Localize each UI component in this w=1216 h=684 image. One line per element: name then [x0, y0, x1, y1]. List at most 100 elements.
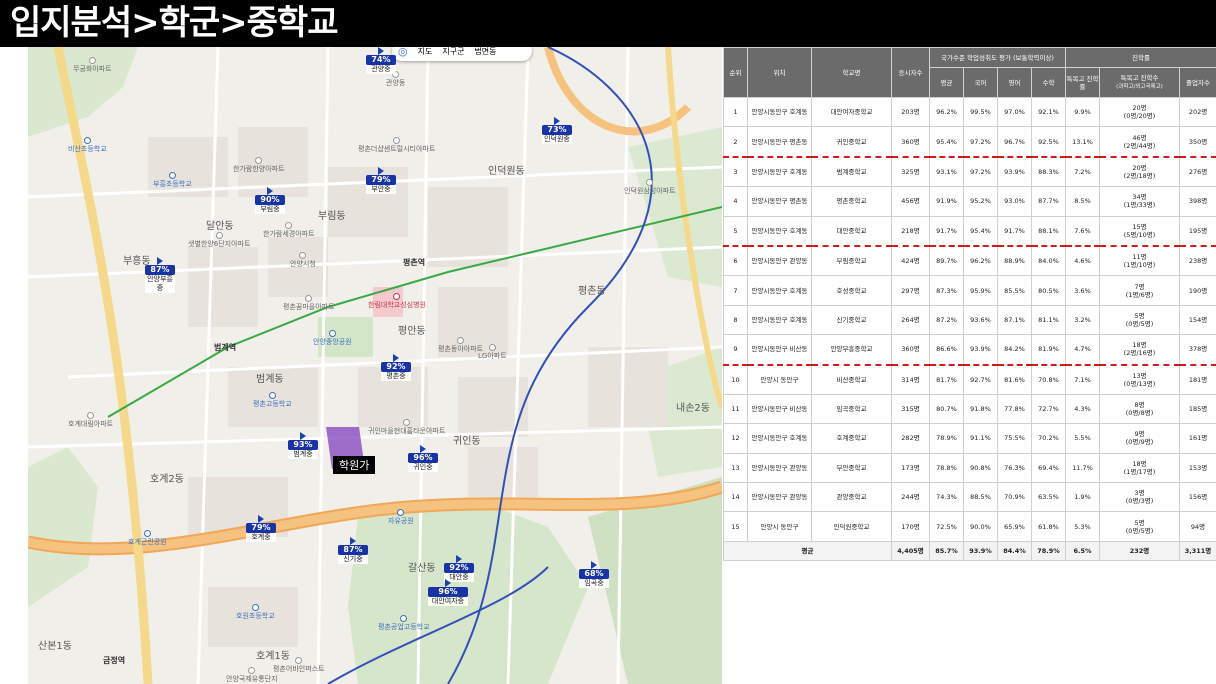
map-view[interactable]: ◎ 지도 지구군 법면동 부림동 평안동 귀인동 평촌동 범계동 호계2동 갈산… — [28, 47, 722, 684]
cell-school: 비산중학교 — [811, 364, 892, 395]
table-row: 12 안양시동안구 호계동 호계중학교 282명 78.9% 91.1% 75.5% 70.2… — [723, 423, 1216, 454]
cell-korean: 97.2% — [963, 126, 998, 158]
school-marker[interactable]: 93% 범계중 — [288, 432, 318, 459]
cell-korean: 88.5% — [963, 482, 998, 513]
cell-school: 관양중학교 — [811, 482, 892, 513]
cell-special-rate: 13.1% — [1065, 126, 1100, 158]
cell-graduates: 190명 — [1178, 275, 1216, 306]
cell-english: 81.6% — [997, 364, 1032, 395]
cell-korean: 91.1% — [963, 423, 998, 454]
cell-avg: 78.8% — [929, 452, 964, 484]
cell-graduates: 276명 — [1178, 156, 1216, 188]
poi-icon — [295, 657, 303, 664]
cell-location: 안양시동안구 호계동 — [747, 96, 812, 128]
cell-avg: 91.9% — [929, 186, 964, 217]
flag-icon — [420, 445, 426, 453]
cell-location: 안양시동안구 평촌동 — [747, 126, 812, 158]
table-row: 14 안양시동안구 관양동 관양중학교 244명 74.3% 88.5% 70.9% 63.5… — [723, 482, 1216, 513]
cell-english: 75.5% — [997, 423, 1032, 454]
cell-rank: 12 — [723, 423, 748, 454]
cell-english: 65.9% — [997, 511, 1032, 542]
cell-special-rate: 4.7% — [1065, 334, 1100, 366]
footer-korean: 93.9% — [963, 540, 998, 561]
cell-students: 173명 — [891, 452, 930, 484]
cell-location: 안양시동안구 호계동 — [747, 215, 812, 247]
poi-icon — [255, 157, 263, 164]
flag-icon — [267, 187, 273, 195]
district-label: 호계2동 — [150, 474, 184, 485]
flag-icon — [554, 117, 560, 125]
poi: 무궁화아파트 — [73, 57, 112, 73]
map-control-item[interactable]: 법면동 — [474, 47, 496, 57]
school-marker[interactable]: 68% 임곡중 — [579, 561, 609, 588]
cell-students: 170명 — [891, 511, 930, 542]
cell-special-rate: 5.5% — [1065, 423, 1100, 454]
school-marker[interactable]: 87% 신기중 — [338, 537, 368, 564]
cell-school: 부안중학교 — [811, 452, 892, 484]
school-marker[interactable]: 73% 인덕원중 — [542, 117, 572, 144]
poi: 안양시청 — [290, 252, 316, 268]
table-row: 13 안양시동안구 관양동 부안중학교 173명 78.8% 90.8% 76.3% 69.4… — [723, 452, 1216, 484]
station-label: 금정역 — [103, 656, 126, 665]
cell-rank: 13 — [723, 452, 748, 484]
school-marker[interactable]: 79% 호계중 — [246, 515, 276, 542]
poi-icon — [457, 337, 465, 344]
poi-icon — [328, 330, 336, 337]
header-rank: 순위 — [723, 47, 748, 98]
cell-location: 안양시동안구 관양동 — [747, 245, 812, 277]
cell-english: 96.7% — [997, 126, 1032, 158]
poi-icon — [168, 172, 176, 179]
footer-special-rate: 6.5% — [1065, 540, 1100, 561]
school-marker[interactable]: 87% 안양부흥중 — [145, 257, 175, 293]
header-students: 응시자수 — [891, 47, 930, 98]
cell-graduates: 154명 — [1178, 304, 1216, 336]
poi-icon — [397, 509, 405, 516]
school-marker[interactable]: 92% 평촌중 — [381, 354, 411, 381]
cell-graduates: 378명 — [1178, 334, 1216, 366]
poi: 한가람한양아파트 — [233, 157, 285, 173]
cell-avg: 93.1% — [929, 156, 964, 188]
cell-rank: 15 — [723, 511, 748, 542]
map-control-item[interactable]: 지구군 — [442, 47, 464, 57]
school-marker[interactable]: 92% 대안중 — [444, 555, 474, 582]
school-marker[interactable]: 90% 부림중 — [255, 187, 285, 214]
map-control-item[interactable]: 지도 — [418, 47, 433, 57]
poi: 호계대림아파트 — [68, 412, 113, 428]
school-marker[interactable]: 74% 관양중 — [366, 47, 396, 74]
cell-special-count: 15명 (5명/10명) — [1099, 215, 1180, 247]
cell-rank: 2 — [723, 126, 748, 158]
cell-special-count: 20명 (0명/20명) — [1099, 96, 1180, 128]
school-marker[interactable]: 79% 부안중 — [366, 167, 396, 194]
cell-special-rate: 7.1% — [1065, 364, 1100, 395]
poi: 평촌공업고등학교 — [378, 615, 430, 631]
title-bar: 입지분석>학군>중학교 — [0, 0, 1216, 47]
cell-special-count: 5명 (0명/5명) — [1099, 511, 1180, 542]
header-special-count: 특목고 진학수 (과학고/외고국제고) — [1099, 67, 1180, 98]
cell-rank: 4 — [723, 186, 748, 217]
cell-school: 인덕원중학교 — [811, 511, 892, 542]
district-label: 갈산동 — [408, 563, 436, 574]
cell-korean: 97.2% — [963, 156, 998, 188]
district-label: 평안동 — [398, 326, 426, 337]
cell-location: 안양시 동안구 — [747, 511, 812, 542]
cell-rank: 11 — [723, 393, 748, 425]
school-marker[interactable]: 96% 대안여자중 — [428, 579, 468, 606]
cell-students: 264명 — [891, 304, 930, 336]
flag-icon — [591, 561, 597, 569]
cell-special-rate: 4.6% — [1065, 245, 1100, 277]
district-label: 달안동 — [206, 221, 234, 232]
location-icon[interactable]: ◎ — [398, 47, 408, 58]
cell-math: 70.8% — [1031, 364, 1066, 395]
cell-graduates: 181명 — [1178, 364, 1216, 395]
poi-icon — [400, 615, 408, 622]
cell-korean: 95.4% — [963, 215, 998, 247]
cell-special-rate: 4.3% — [1065, 393, 1100, 425]
school-marker[interactable]: 96% 귀인중 — [408, 445, 438, 472]
cell-korean: 95.9% — [963, 275, 998, 306]
map-controls[interactable]: ◎ 지도 지구군 법면동 — [392, 47, 532, 61]
cell-students: 360명 — [891, 334, 930, 366]
district-label: 인덕원동 — [488, 166, 525, 177]
cell-korean: 96.2% — [963, 245, 998, 277]
table-row: 9 안양시동안구 비산동 안양부흥중학교 360명 86.6% 93.9% 84.2% 81.… — [723, 334, 1216, 366]
cell-math: 69.4% — [1031, 452, 1066, 484]
